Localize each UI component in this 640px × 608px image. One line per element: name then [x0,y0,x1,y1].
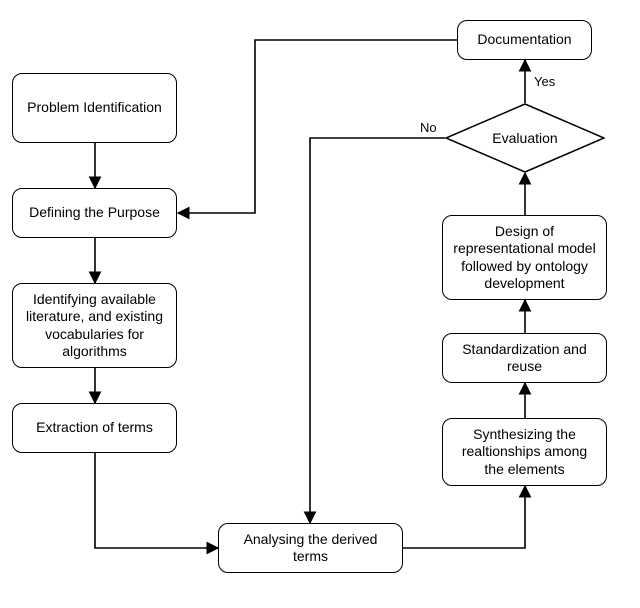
edge-label-text: Yes [534,74,555,89]
node-label: Design of representational model followe… [451,223,598,293]
node-documentation: Documentation [457,20,592,60]
node-standardization-reuse: Standardization and reuse [442,333,607,383]
edge-label-no: No [418,120,439,135]
edge-label-text: No [420,120,437,135]
node-extraction-of-terms: Extraction of terms [12,403,177,453]
node-synthesizing-relationships: Synthesizing the realtionships among the… [442,418,607,486]
node-design-model: Design of representational model followe… [442,215,607,300]
node-label: Defining the Purpose [29,204,160,222]
node-label: Analysing the derived terms [227,531,394,566]
node-identifying-literature: Identifying available literature, and ex… [12,283,177,368]
edge-label-yes: Yes [532,74,557,89]
node-analysing-terms: Analysing the derived terms [218,523,403,573]
node-label: Evaluation [492,130,557,146]
node-evaluation: Evaluation [445,103,605,173]
flowchart: Problem Identification Defining the Purp… [0,0,640,608]
node-problem-identification: Problem Identification [12,73,177,143]
node-label: Extraction of terms [36,419,153,437]
node-label: Synthesizing the realtionships among the… [451,426,598,479]
node-label: Standardization and reuse [451,341,598,376]
node-defining-purpose: Defining the Purpose [12,188,177,238]
node-label: Documentation [477,31,571,49]
node-label: Problem Identification [27,99,162,117]
node-label: Identifying available literature, and ex… [21,291,168,361]
